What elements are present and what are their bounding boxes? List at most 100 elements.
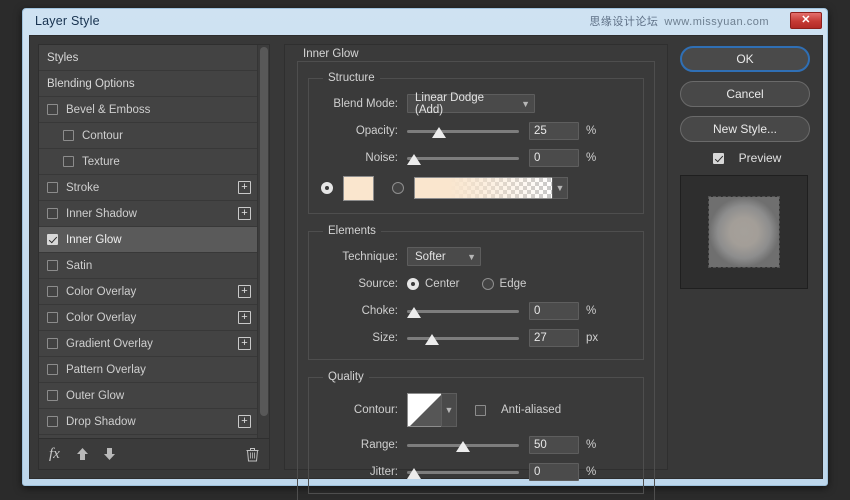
- preview-checkbox[interactable]: [713, 153, 724, 164]
- technique-select[interactable]: Softer ▼: [407, 247, 481, 266]
- style-row-color-overlay[interactable]: Color Overlay+: [39, 279, 257, 305]
- style-row-stroke[interactable]: Stroke+: [39, 175, 257, 201]
- range-input[interactable]: 50: [529, 436, 579, 454]
- jitter-slider-thumb[interactable]: [407, 468, 421, 479]
- style-row-inner-glow[interactable]: Inner Glow: [39, 227, 257, 253]
- jitter-slider[interactable]: [407, 462, 519, 481]
- choke-slider-thumb[interactable]: [407, 307, 421, 318]
- style-row-pattern-overlay[interactable]: Pattern Overlay: [39, 357, 257, 383]
- styles-list[interactable]: StylesBlending OptionsBevel & Emboss Cont…: [39, 45, 257, 438]
- style-checkbox[interactable]: [63, 156, 74, 167]
- style-checkbox[interactable]: [47, 182, 58, 193]
- glow-gradient-picker[interactable]: ▼: [414, 177, 568, 199]
- chevron-down-icon[interactable]: ▼: [441, 393, 457, 427]
- preview-label: Preview: [739, 151, 782, 165]
- style-row-gradient-overlay[interactable]: Gradient Overlay+: [39, 331, 257, 357]
- style-row-outer-glow[interactable]: Outer Glow: [39, 383, 257, 409]
- jitter-unit: %: [586, 466, 596, 478]
- style-row-satin[interactable]: Satin: [39, 253, 257, 279]
- noise-label: Noise:: [321, 152, 407, 164]
- size-input[interactable]: 27: [529, 329, 579, 347]
- style-checkbox[interactable]: [47, 416, 58, 427]
- opacity-slider-thumb[interactable]: [432, 127, 446, 138]
- noise-unit: %: [586, 152, 596, 164]
- add-effect-button[interactable]: +: [238, 415, 251, 428]
- style-checkbox[interactable]: [47, 260, 58, 271]
- quality-legend: Quality: [323, 371, 369, 383]
- watermark-cn-text: 思缘设计论坛: [589, 16, 658, 28]
- add-effect-button[interactable]: +: [238, 207, 251, 220]
- technique-label: Technique:: [321, 251, 407, 263]
- style-checkbox[interactable]: [47, 312, 58, 323]
- layer-style-window: Layer Style 思缘设计论坛www.missyuan.com ✕ Sty…: [22, 8, 828, 486]
- fx-icon[interactable]: fx: [49, 446, 60, 463]
- style-row-color-overlay[interactable]: Color Overlay+: [39, 305, 257, 331]
- anti-aliased-checkbox[interactable]: [475, 405, 486, 416]
- blend-mode-select[interactable]: Linear Dodge (Add) ▼: [407, 94, 535, 113]
- noise-input[interactable]: 0: [529, 149, 579, 167]
- style-row-label: Inner Shadow: [66, 208, 238, 220]
- jitter-input[interactable]: 0: [529, 463, 579, 481]
- style-row-bevel-emboss[interactable]: Bevel & Emboss: [39, 97, 257, 123]
- preview-toggle[interactable]: Preview: [680, 151, 814, 165]
- blend-mode-row: Blend Mode: Linear Dodge (Add) ▼: [321, 92, 631, 115]
- range-slider-thumb[interactable]: [456, 441, 470, 452]
- style-row-styles[interactable]: Styles: [39, 45, 257, 71]
- size-label: Size:: [321, 332, 407, 344]
- glow-gradient-radio[interactable]: [392, 182, 404, 194]
- size-slider-thumb[interactable]: [425, 334, 439, 345]
- add-effect-button[interactable]: +: [238, 181, 251, 194]
- style-checkbox[interactable]: [47, 390, 58, 401]
- glow-color-radio[interactable]: [321, 182, 333, 194]
- new-style-button[interactable]: New Style...: [680, 116, 810, 142]
- add-effect-button[interactable]: +: [238, 337, 251, 350]
- watermark-url-text: www.missyuan.com: [664, 16, 769, 28]
- contour-picker[interactable]: ▼: [407, 393, 457, 427]
- styles-list-scrollbar[interactable]: [257, 45, 269, 438]
- style-row-drop-shadow[interactable]: Drop Shadow+: [39, 409, 257, 435]
- ok-button[interactable]: OK: [680, 46, 810, 72]
- size-unit: px: [586, 332, 598, 344]
- style-row-contour[interactable]: Contour: [39, 123, 257, 149]
- scrollbar-thumb[interactable]: [260, 47, 268, 416]
- style-row-inner-shadow[interactable]: Inner Shadow+: [39, 201, 257, 227]
- opacity-input[interactable]: 25: [529, 122, 579, 140]
- choke-slider[interactable]: [407, 301, 519, 320]
- style-checkbox[interactable]: [47, 286, 58, 297]
- range-unit: %: [586, 439, 596, 451]
- opacity-slider-track: [407, 130, 519, 133]
- chevron-down-icon[interactable]: ▼: [552, 177, 568, 199]
- source-edge-radio[interactable]: [482, 278, 494, 290]
- style-row-label: Stroke: [66, 182, 238, 194]
- style-checkbox[interactable]: [47, 338, 58, 349]
- glow-color-swatch[interactable]: [343, 176, 374, 201]
- style-checkbox[interactable]: [47, 104, 58, 115]
- structure-legend: Structure: [323, 72, 380, 84]
- title-bar: Layer Style 思缘设计论坛www.missyuan.com ✕: [23, 9, 827, 35]
- noise-slider[interactable]: [407, 148, 519, 167]
- style-checkbox[interactable]: [63, 130, 74, 141]
- style-row-label: Contour: [82, 130, 251, 142]
- style-checkbox[interactable]: [47, 208, 58, 219]
- preview-shape: [709, 197, 779, 267]
- size-slider[interactable]: [407, 328, 519, 347]
- style-row-texture[interactable]: Texture: [39, 149, 257, 175]
- style-row-blending-options[interactable]: Blending Options: [39, 71, 257, 97]
- opacity-slider[interactable]: [407, 121, 519, 140]
- source-center-radio[interactable]: [407, 278, 419, 290]
- style-checkbox[interactable]: [47, 234, 58, 245]
- glow-gradient-strip: [414, 177, 552, 199]
- trash-icon[interactable]: [246, 447, 259, 462]
- choke-unit: %: [586, 305, 596, 317]
- arrow-up-icon[interactable]: [76, 447, 89, 461]
- arrow-down-icon[interactable]: [103, 447, 116, 461]
- anti-aliased-control[interactable]: Anti-aliased: [475, 404, 561, 416]
- cancel-button[interactable]: Cancel: [680, 81, 810, 107]
- noise-slider-thumb[interactable]: [407, 154, 421, 165]
- choke-input[interactable]: 0: [529, 302, 579, 320]
- add-effect-button[interactable]: +: [238, 311, 251, 324]
- add-effect-button[interactable]: +: [238, 285, 251, 298]
- style-checkbox[interactable]: [47, 364, 58, 375]
- close-button[interactable]: ✕: [790, 12, 822, 29]
- range-slider[interactable]: [407, 435, 519, 454]
